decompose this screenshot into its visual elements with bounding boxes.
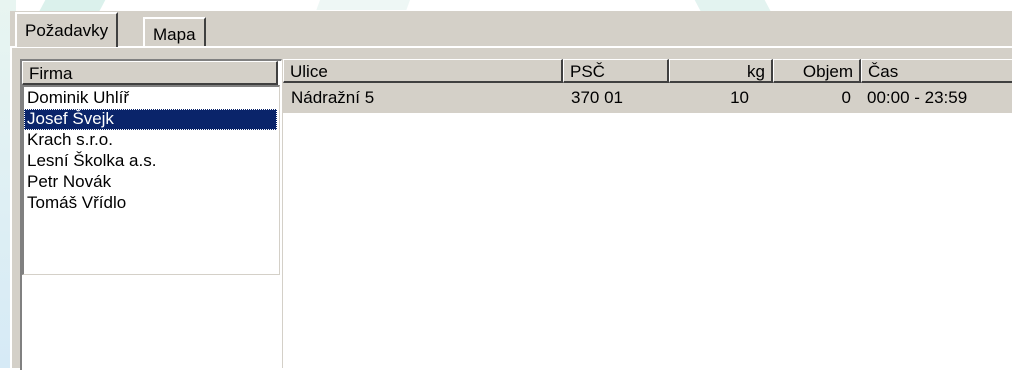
column-header-kg[interactable]: kg bbox=[669, 59, 773, 83]
cell-cas: 00:00 - 23:59 bbox=[867, 88, 968, 107]
requests-panel: Mapa Firma Dominik Uhlíř Josef Švejk Kra… bbox=[10, 11, 1012, 370]
list-item[interactable]: Lesní Školka a.s. bbox=[24, 151, 277, 172]
list-item[interactable]: Dominik Uhlíř bbox=[24, 88, 277, 109]
list-item[interactable]: Tomáš Vřídlo bbox=[24, 193, 277, 214]
company-list-pane: Firma Dominik Uhlíř Josef Švejk Krach s.… bbox=[20, 59, 282, 370]
column-header-ulice[interactable]: Ulice bbox=[283, 59, 563, 83]
cell-psc: 370 01 bbox=[571, 88, 623, 107]
tab-mapa[interactable]: Mapa bbox=[143, 17, 206, 47]
tab-pozadavky[interactable]: Požadavky bbox=[15, 12, 119, 47]
list-item[interactable]: Josef Švejk bbox=[24, 109, 277, 130]
list-item[interactable]: Krach s.r.o. bbox=[24, 130, 277, 151]
background-decoration bbox=[316, 0, 414, 10]
tab-label: Požadavky bbox=[25, 21, 109, 40]
column-header-label: Firma bbox=[29, 64, 73, 83]
list-item[interactable]: Petr Novák bbox=[24, 172, 277, 193]
tab-content: Firma Dominik Uhlíř Josef Švejk Krach s.… bbox=[10, 46, 1012, 370]
company-listbox[interactable]: Dominik Uhlíř Josef Švejk Krach s.r.o. L… bbox=[22, 85, 280, 275]
cell-objem: 0 bbox=[841, 88, 851, 107]
cell-ulice: Nádražní 5 bbox=[291, 88, 375, 107]
grid-header: Ulice PSČ kg Objem Čas bbox=[283, 59, 1012, 83]
tab-label: Mapa bbox=[153, 25, 196, 44]
cell-kg: 10 bbox=[730, 88, 749, 107]
column-header-objem[interactable]: Objem bbox=[773, 59, 861, 83]
column-header-cas[interactable]: Čas bbox=[861, 59, 1012, 83]
column-header-firma[interactable]: Firma bbox=[22, 61, 278, 85]
table-row[interactable]: Nádražní 5 370 01 10 0 00:00 - 23:59 bbox=[283, 83, 1012, 113]
requests-grid: Ulice PSČ kg Objem Čas Nádražní 5 370 01… bbox=[283, 59, 1012, 370]
column-header-psc[interactable]: PSČ bbox=[563, 59, 669, 83]
